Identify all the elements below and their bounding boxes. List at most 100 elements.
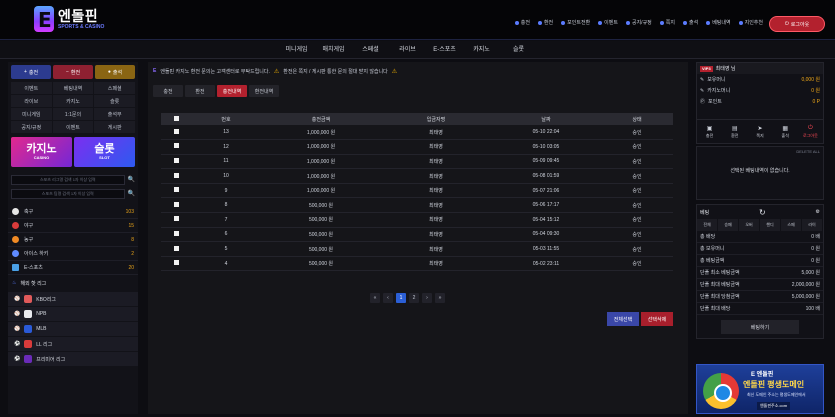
logout-button[interactable]: ⏻ 로그아웃: [769, 16, 825, 32]
site-logo[interactable]: 엔돌핀 SPORTS & CASINO: [34, 6, 104, 32]
nav-esports[interactable]: E-스포츠: [426, 41, 463, 59]
nav-slot[interactable]: 슬롯: [500, 41, 537, 59]
page-prev-button[interactable]: ‹: [383, 293, 393, 303]
quick-menu-item[interactable]: 스페셜: [94, 82, 135, 94]
delete-all-link[interactable]: DELETE ALL: [697, 147, 823, 156]
quick-menu-item[interactable]: 출석부: [94, 108, 135, 120]
nav-match[interactable]: 매치게임: [315, 41, 352, 59]
tab-deposit[interactable]: 충전: [153, 85, 183, 97]
gear-icon[interactable]: ⚙: [816, 209, 820, 215]
attendance-shortcut[interactable]: ▦ 출석: [773, 120, 798, 143]
quick-menu-item[interactable]: 미니게임: [11, 108, 52, 120]
attendance-button[interactable]: ● 출석: [95, 65, 135, 79]
tab-withdraw[interactable]: 환전: [185, 85, 215, 97]
withdraw-button[interactable]: − 환전: [53, 65, 93, 79]
table-row: 10 1,000,000 원 최태영 05-08 01:59 승인: [161, 168, 673, 184]
page-last-button[interactable]: »: [435, 293, 445, 303]
row-checkbox[interactable]: [173, 172, 179, 178]
row-checkbox[interactable]: [173, 187, 179, 193]
page-next-button[interactable]: ›: [422, 293, 432, 303]
select-all-button[interactable]: 전체선택: [607, 312, 639, 326]
top-link-point[interactable]: 포인트전환: [561, 19, 590, 26]
select-all-checkbox[interactable]: [173, 115, 179, 121]
row-checkbox[interactable]: [173, 128, 179, 134]
main-content: E 엔돌핀 카지노 환전 문의는 고객센터로 부탁드립니다. ⚠ 환전은 쪽지 …: [148, 62, 688, 414]
refresh-icon[interactable]: ↻: [759, 208, 766, 217]
row-checkbox[interactable]: [173, 230, 179, 236]
sport-item-esports[interactable]: E-스포츠 20: [8, 261, 138, 275]
top-link-message[interactable]: 쪽지: [659, 19, 675, 26]
sport-item-baseball[interactable]: 야구 15: [8, 219, 138, 233]
logout-shortcut[interactable]: ⏻ 로그아웃: [798, 120, 823, 143]
withdraw-shortcut[interactable]: ▤ 환전: [722, 120, 747, 143]
top-link-referral[interactable]: 지인추천: [738, 19, 763, 26]
nav-casino[interactable]: 카지노: [463, 41, 500, 59]
quick-menu-item[interactable]: 카지노: [52, 95, 94, 107]
top-link-event[interactable]: 이벤트: [598, 19, 618, 26]
dot-icon: [561, 20, 566, 25]
user-action-row: ▣ 충전 ▤ 환전 ➤ 쪽지 ▦ 출석 ⏻ 로그아웃: [696, 120, 824, 144]
domain-ad-banner[interactable]: E 엔돌핀 엔돌핀 평생도메인 최신 도메인 주소는 평생도메인에서 엔돌핀주소…: [696, 364, 824, 414]
row-checkbox[interactable]: [173, 216, 179, 222]
row-checkbox[interactable]: [173, 245, 179, 251]
top-link-bethistory[interactable]: 베팅내역: [706, 19, 731, 26]
quick-menu-item[interactable]: 이벤트: [11, 82, 52, 94]
top-link-attendance[interactable]: 출석: [682, 19, 698, 26]
baseball-icon: ⚾: [14, 326, 21, 332]
message-shortcut[interactable]: ➤ 쪽지: [747, 120, 772, 143]
deposit-button[interactable]: + 충전: [11, 65, 51, 79]
tab-withdraw-history[interactable]: 환전내역: [249, 85, 279, 97]
quick-menu-item[interactable]: 이벤트: [52, 121, 94, 133]
page-button[interactable]: 1: [396, 293, 406, 303]
place-bet-button[interactable]: 베팅하기: [721, 320, 799, 334]
dot-icon: [514, 20, 519, 25]
top-link-notice[interactable]: 공지/규정: [625, 19, 652, 26]
search-icon[interactable]: 🔍: [128, 190, 135, 197]
sport-item-hockey[interactable]: 아이스 하키 2: [8, 247, 138, 261]
top-link-deposit[interactable]: 충전: [514, 19, 530, 26]
quick-menu-item[interactable]: 게시판: [94, 121, 135, 133]
page-first-button[interactable]: «: [370, 293, 380, 303]
right-sidebar: VIP3 최태영 님 ✎ 보유머니 0,000 원 ✎ 카지노머니 0 원 Ⓟ 포인트 0 P…: [696, 62, 824, 414]
row-checkbox[interactable]: [173, 157, 179, 163]
casino-banner[interactable]: 카지노 CASINO: [11, 137, 72, 167]
nav-live[interactable]: 라이브: [389, 41, 426, 59]
cart-tab[interactable]: 스페: [781, 219, 802, 231]
quick-menu-item[interactable]: 라이브: [11, 95, 52, 107]
sport-item-soccer[interactable]: 축구 103: [8, 205, 138, 219]
deposit-icon: ▣: [706, 125, 713, 132]
league-item[interactable]: ⚽ LL 리그: [8, 337, 138, 351]
quick-menu-item[interactable]: 1:1문의: [52, 108, 94, 120]
sport-item-basketball[interactable]: 농구 8: [8, 233, 138, 247]
delete-selected-button[interactable]: 선택삭제: [641, 312, 673, 326]
league-item[interactable]: ⚾ MLB: [8, 322, 138, 336]
league-search-input[interactable]: 스포츠 리그명 검색 1자 이상 입력: [11, 174, 125, 185]
column-header: 번호: [191, 113, 261, 125]
nav-minigame[interactable]: 미니게임: [278, 41, 315, 59]
row-checkbox[interactable]: [173, 143, 179, 149]
page-button[interactable]: 2: [409, 293, 419, 303]
deposit-shortcut[interactable]: ▣ 충전: [697, 120, 722, 143]
cart-tab[interactable]: 오버: [739, 219, 760, 231]
top-link-withdraw[interactable]: 환전: [537, 19, 553, 26]
row-checkbox[interactable]: [173, 260, 179, 266]
nav-special[interactable]: 스페셜: [352, 41, 389, 59]
league-item[interactable]: ⚾ KBO리그: [8, 292, 138, 306]
league-item[interactable]: ⚽ 프리미어 리그: [8, 352, 138, 366]
vip-badge: VIP3: [700, 65, 713, 72]
quick-menu-item[interactable]: 베팅내역: [52, 82, 94, 94]
quick-menu-item[interactable]: 슬롯: [94, 95, 135, 107]
tab-deposit-history[interactable]: 충전내역: [217, 85, 247, 97]
quick-menu-item[interactable]: 공지/규정: [11, 121, 52, 133]
search-icon[interactable]: 🔍: [128, 176, 135, 183]
team-search-input[interactable]: 스포츠 팀명 검색 1자 이상 입력: [11, 188, 125, 199]
cart-tab[interactable]: 전체: [697, 219, 718, 231]
row-checkbox[interactable]: [173, 201, 179, 207]
league-item[interactable]: ⚾ NPB: [8, 307, 138, 321]
slot-banner[interactable]: 슬롯 SLOT: [74, 137, 135, 167]
column-header: 상태: [601, 113, 673, 125]
cart-tab[interactable]: 핸디: [760, 219, 781, 231]
column-header: 날짜: [491, 113, 601, 125]
cart-tab[interactable]: 승패: [718, 219, 739, 231]
cart-tab[interactable]: 라이: [802, 219, 823, 231]
